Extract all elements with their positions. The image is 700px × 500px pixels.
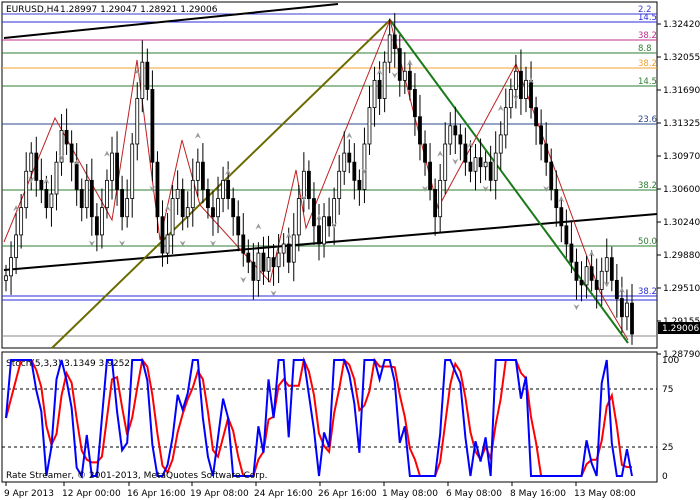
stochastic-level-label: 75 — [662, 385, 673, 395]
price-tick-label: 1.31690 — [663, 86, 700, 96]
fib-level-label: 14.5 — [638, 77, 657, 87]
time-tick-label: 16 Apr 16:00 — [127, 489, 186, 499]
fib-level-label: 38.2 — [638, 181, 657, 191]
time-tick-label: 19 Apr 08:00 — [190, 489, 249, 499]
time-tick-label: 12 Apr 00:00 — [62, 489, 121, 499]
price-tick-label: 1.29880 — [663, 251, 700, 261]
stochastic-level-label: 0 — [662, 472, 668, 482]
time-tick-label: 8 May 16:00 — [510, 489, 566, 499]
time-tick-label: 13 May 08:00 — [574, 489, 636, 499]
fib-level-label: 38.2 — [638, 59, 657, 69]
ohlc-readout: 1.28997 1.29047 1.28921 1.29006 — [60, 5, 218, 15]
price-tick-label: 1.30240 — [663, 218, 700, 228]
stochastic-level-label: 25 — [662, 443, 673, 453]
fib-level-label: 50.0 — [638, 237, 657, 247]
time-tick-label: 9 Apr 2013 — [4, 489, 54, 499]
time-tick-label: 26 Apr 16:00 — [318, 489, 377, 499]
price-tick-label: 1.30600 — [663, 185, 700, 195]
price-tick-label: 1.32055 — [663, 53, 700, 63]
time-tick-label: 6 May 08:00 — [446, 489, 502, 499]
price-tick-label: 1.32420 — [663, 20, 700, 30]
price-tick-label: 1.30970 — [663, 152, 700, 162]
fib-level-label: 38.2 — [638, 31, 657, 41]
fib-level-label: 14.5 — [638, 13, 657, 23]
fib-level-label: 23.6 — [638, 115, 657, 125]
current-price-label: 1.29006 — [662, 324, 699, 334]
fib-level-label: 38.2 — [638, 287, 657, 297]
copyright-text: Rate Streamer, © 2001-2013, MetaQuotes S… — [6, 471, 268, 481]
stochastic-level-label: 100 — [662, 356, 679, 366]
time-tick-label: 24 Apr 16:00 — [254, 489, 313, 499]
price-tick-label: 1.29510 — [663, 284, 700, 294]
fib-level-label: 8.8 — [638, 44, 652, 54]
price-chart[interactable]: 2.214.538.28.838.214.523.638.250.038.2 E… — [0, 0, 700, 500]
price-tick-label: 1.31325 — [663, 119, 700, 129]
time-tick-label: 1 May 08:00 — [382, 489, 438, 499]
symbol-header: EURUSD,H4 — [6, 5, 59, 15]
